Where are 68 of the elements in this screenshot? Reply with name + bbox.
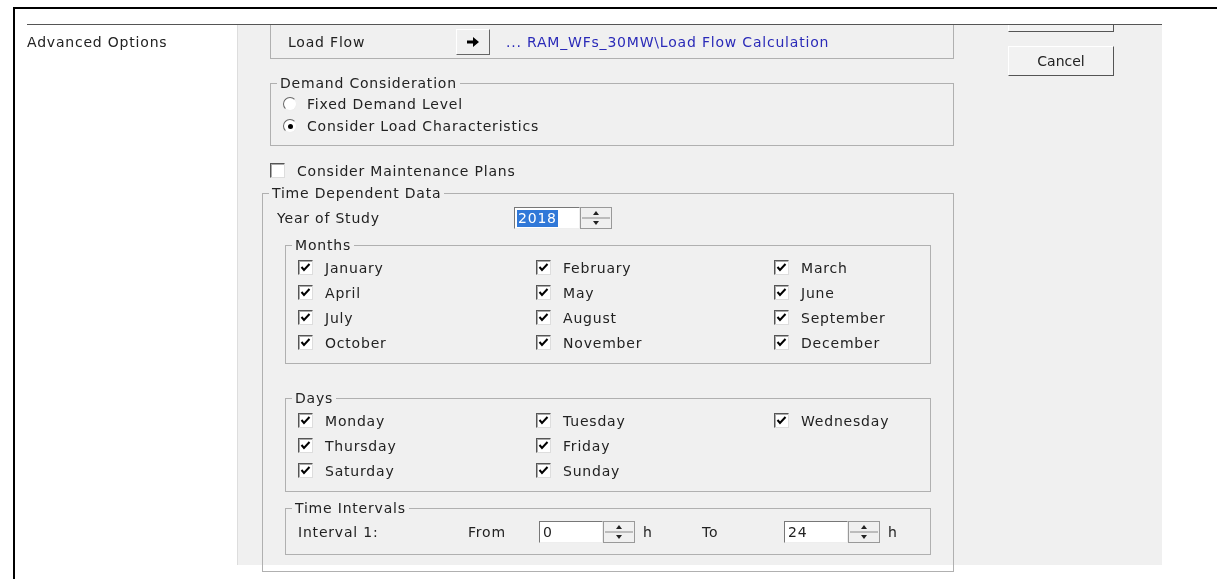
- checkbox[interactable]: [298, 310, 313, 325]
- checkbox[interactable]: [298, 438, 313, 453]
- field-label: To: [702, 524, 720, 540]
- spin-buttons[interactable]: [580, 207, 612, 229]
- checkbox[interactable]: [536, 285, 551, 300]
- checkbox[interactable]: [298, 260, 313, 275]
- checkbox[interactable]: [536, 260, 551, 275]
- checkbox[interactable]: [774, 285, 789, 300]
- checkbox-label: Saturday: [325, 462, 395, 479]
- checkbox-label: January: [325, 259, 384, 276]
- sidebar-label: Advanced Options: [27, 34, 168, 50]
- field-label: h: [643, 524, 654, 540]
- checkbox[interactable]: [774, 413, 789, 428]
- field-label: Load Flow: [288, 33, 367, 50]
- field-label: Interval 1:: [298, 524, 380, 540]
- checkbox[interactable]: [270, 163, 285, 178]
- checkbox[interactable]: [536, 413, 551, 428]
- field-label: Year of Study: [276, 210, 381, 226]
- checkbox[interactable]: [536, 463, 551, 478]
- link[interactable]: ... RAM_WFs_30MW\Load Flow Calculation: [506, 33, 830, 50]
- group-title: Months: [294, 237, 352, 253]
- checkbox-label: February: [563, 259, 632, 276]
- checkbox-label: Wednesday: [801, 412, 890, 429]
- checkbox-label: October: [325, 334, 387, 351]
- checkbox-label: Thursday: [325, 437, 397, 454]
- arrow-icon: [467, 36, 479, 47]
- group-title: Time Dependent Data: [271, 185, 443, 201]
- group-title: Days: [294, 390, 335, 406]
- arrow-button[interactable]: [456, 28, 490, 55]
- checkbox-label: April: [325, 284, 361, 301]
- checkbox-label: Sunday: [563, 462, 621, 479]
- checkbox-label: December: [801, 334, 880, 351]
- radio-button[interactable]: [283, 97, 297, 111]
- checkbox-label: Monday: [325, 412, 386, 429]
- checkbox[interactable]: [774, 310, 789, 325]
- checkbox-label: Consider Maintenance Plans: [297, 162, 516, 179]
- group-title: Demand Consideration: [279, 75, 458, 91]
- checkbox-label: May: [563, 284, 595, 301]
- radio-button[interactable]: [283, 119, 297, 133]
- field-label: h: [888, 524, 898, 540]
- checkbox-label: Friday: [563, 437, 611, 454]
- checkbox-label: June: [801, 284, 835, 301]
- checkbox[interactable]: [536, 438, 551, 453]
- checkbox[interactable]: [536, 310, 551, 325]
- dialog-button[interactable]: [1008, 25, 1114, 32]
- checkbox[interactable]: [298, 413, 313, 428]
- hour-field[interactable]: 24: [784, 521, 848, 543]
- checkbox[interactable]: [536, 335, 551, 350]
- spin-buttons[interactable]: [848, 521, 880, 543]
- checkbox-label: November: [563, 334, 643, 351]
- checkbox-label: September: [801, 309, 886, 326]
- checkbox-label: July: [325, 309, 354, 326]
- hour-field[interactable]: 0: [539, 521, 603, 543]
- radio-label: Fixed Demand Level: [307, 96, 463, 112]
- checkbox[interactable]: [298, 285, 313, 300]
- radio-label: Consider Load Characteristics: [307, 118, 539, 134]
- checkbox-label: Tuesday: [563, 412, 626, 429]
- cancel-button[interactable]: Cancel: [1008, 46, 1114, 76]
- checkbox[interactable]: [298, 335, 313, 350]
- spin-buttons[interactable]: [603, 521, 635, 543]
- checkbox[interactable]: [774, 335, 789, 350]
- field-label: From: [468, 524, 507, 540]
- checkbox-label: August: [563, 309, 617, 326]
- group-title: Time Intervals: [294, 500, 407, 516]
- year-field[interactable]: 2018: [514, 207, 580, 229]
- checkbox-label: March: [801, 259, 848, 276]
- checkbox[interactable]: [298, 463, 313, 478]
- checkbox[interactable]: [774, 260, 789, 275]
